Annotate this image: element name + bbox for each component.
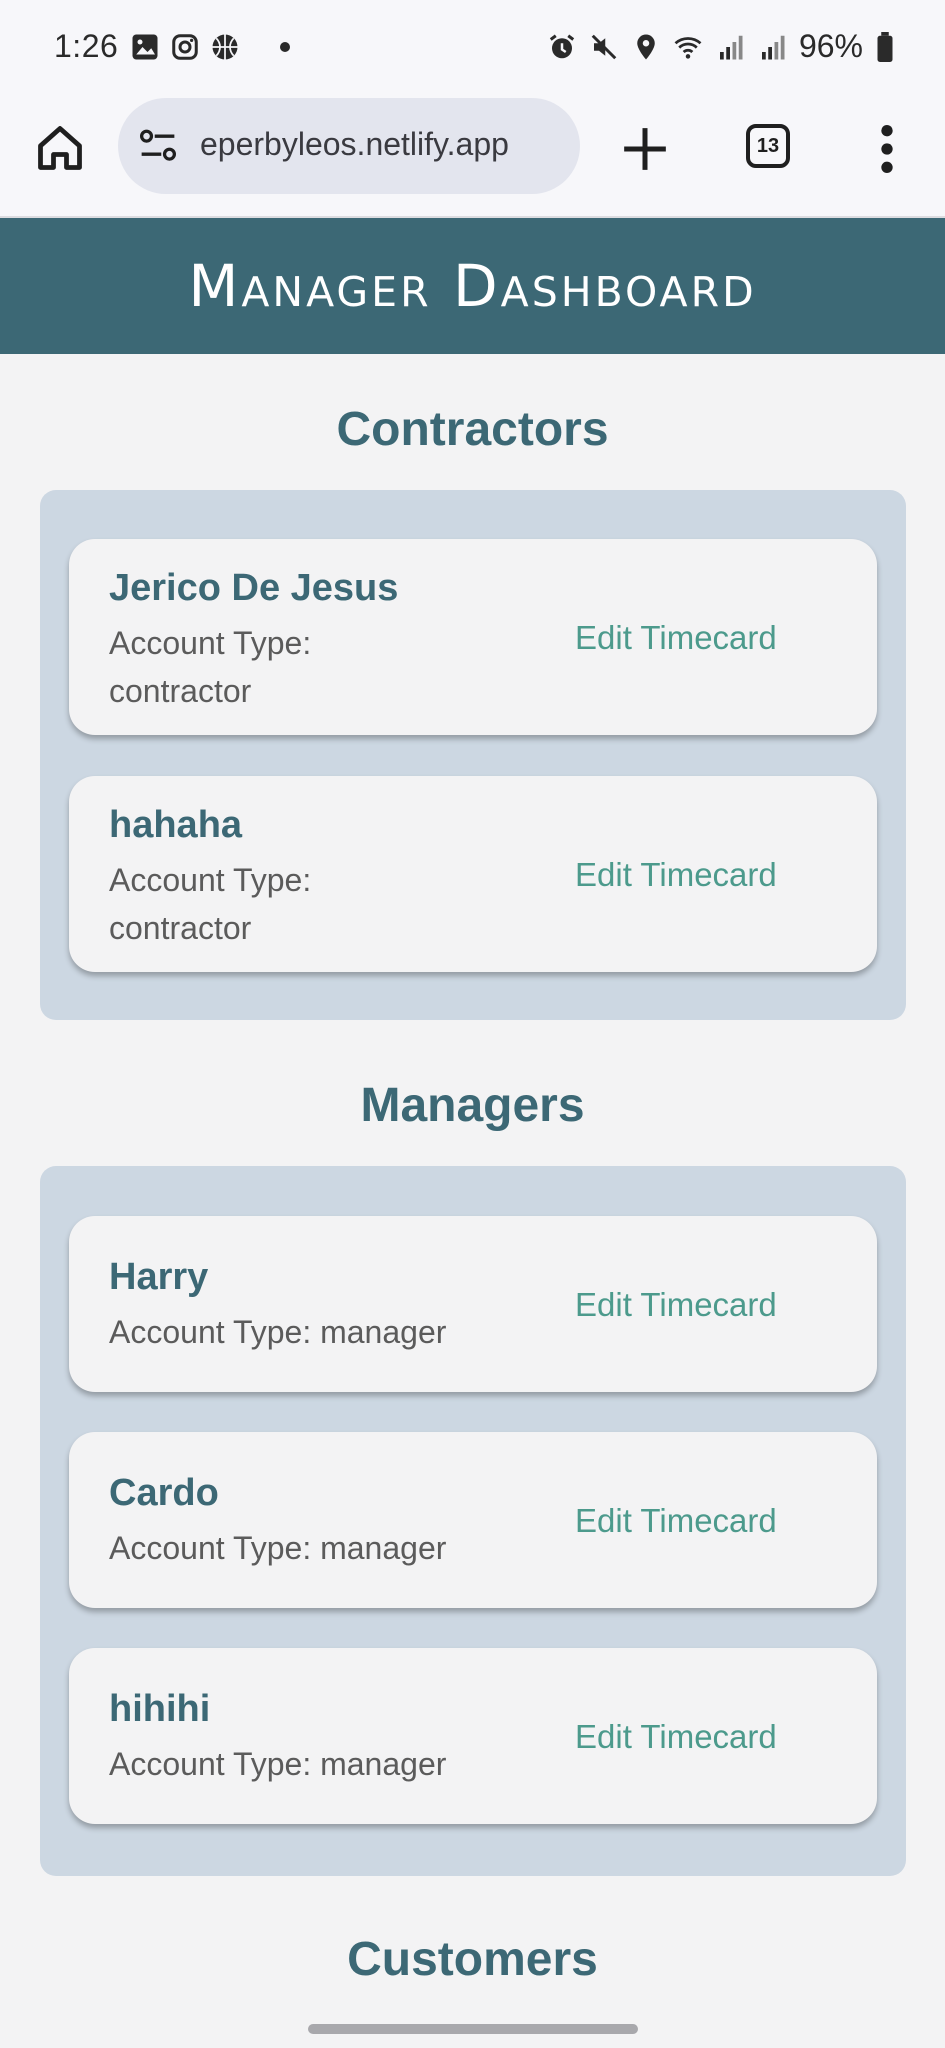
instagram-icon (172, 34, 198, 60)
account-type-label: Account Type: manager (109, 1530, 447, 1566)
app-header: Manager Dashboard (0, 218, 945, 354)
list-item: Harry Account Type: manager Edit Timecar… (69, 1216, 877, 1392)
account-type-label: Account Type: (109, 862, 312, 898)
battery-icon (877, 31, 893, 62)
edit-timecard-button[interactable]: Edit Timecard (575, 856, 777, 894)
edit-timecard-button[interactable]: Edit Timecard (575, 619, 777, 657)
managers-panel: Harry Account Type: manager Edit Timecar… (40, 1166, 906, 1876)
list-item: Cardo Account Type: manager Edit Timecar… (69, 1432, 877, 1608)
home-icon[interactable] (34, 122, 86, 174)
url-text[interactable]: eperbyleos.netlify.app (200, 126, 509, 163)
managers-heading: Managers (360, 1079, 585, 1132)
status-bar: 1:26 96% (0, 0, 945, 96)
signal-icon-2 (761, 35, 785, 59)
edit-timecard-button[interactable]: Edit Timecard (575, 1502, 777, 1540)
list-item: hihihi Account Type: manager Edit Timeca… (69, 1648, 877, 1824)
address-bar[interactable]: eperbyleos.netlify.app (118, 98, 580, 194)
account-type-label: Account Type: manager (109, 1746, 447, 1782)
system-icons: 96% (547, 28, 895, 65)
customers-heading: Customers (347, 1933, 598, 1986)
signal-icon (719, 35, 743, 59)
account-type-value: contractor (109, 673, 252, 709)
user-name: Cardo (109, 1472, 219, 1514)
list-item: Jerico De Jesus Account Type: contractor… (69, 539, 877, 735)
mute-icon (591, 34, 617, 59)
gallery-icon (132, 34, 158, 60)
user-name: hahaha (109, 804, 243, 846)
notification-icons (130, 32, 290, 62)
site-settings-icon[interactable] (138, 128, 178, 164)
wifi-icon (674, 36, 702, 59)
account-type-label: Account Type: (109, 625, 312, 661)
browser-toolbar: eperbyleos.netlify.app 13 (0, 96, 945, 218)
list-item: hahaha Account Type: contractor Edit Tim… (69, 776, 877, 972)
contractors-heading: Contractors (336, 403, 609, 456)
battery-percent: 96% (798, 28, 863, 64)
new-tab-icon[interactable] (620, 124, 670, 174)
more-menu-icon[interactable] (872, 124, 902, 174)
user-name: Harry (109, 1256, 209, 1298)
more-notifications-dot-icon (280, 42, 290, 52)
page-title: Manager Dashboard (188, 252, 757, 320)
contractors-panel: Jerico De Jesus Account Type: contractor… (40, 490, 906, 1020)
user-name: Jerico De Jesus (109, 567, 399, 609)
account-type-label: Account Type: manager (109, 1314, 447, 1350)
account-type-value: contractor (109, 910, 252, 946)
location-icon (637, 34, 655, 59)
gesture-handle[interactable] (308, 2024, 638, 2034)
user-name: hihihi (109, 1688, 211, 1730)
edit-timecard-button[interactable]: Edit Timecard (575, 1718, 777, 1756)
edit-timecard-button[interactable]: Edit Timecard (575, 1286, 777, 1324)
alarm-icon (549, 34, 575, 58)
basketball-icon (212, 34, 238, 60)
status-time: 1:26 (54, 28, 119, 64)
tab-switcher-button[interactable]: 13 (746, 124, 790, 168)
